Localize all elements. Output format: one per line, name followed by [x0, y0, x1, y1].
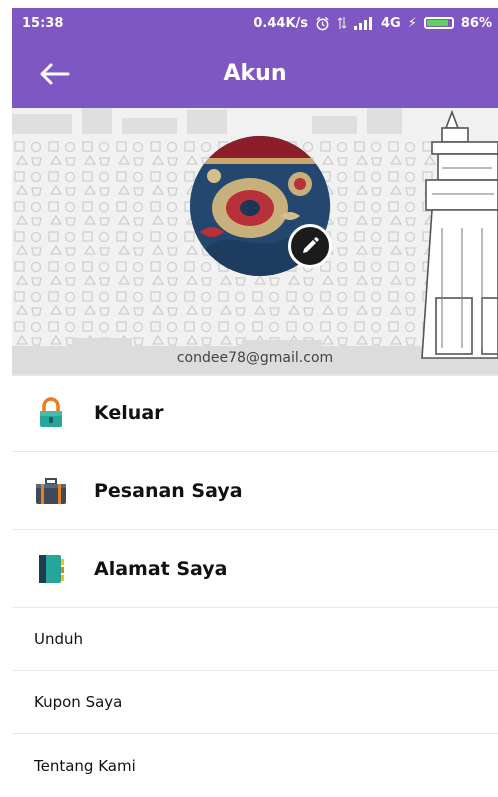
lock-icon [34, 396, 68, 430]
back-arrow-icon [40, 63, 70, 85]
data-transfer-icon [337, 17, 347, 29]
address-book-icon [34, 552, 68, 586]
briefcase-icon [34, 474, 68, 508]
page-title: Akun [223, 60, 287, 86]
menu-item-label: Kupon Saya [34, 693, 123, 711]
app-bar: Akun [12, 38, 498, 108]
avatar-container [190, 136, 332, 276]
status-bar: 15:38 0.44K/s 4G ⚡ 86% [12, 8, 498, 38]
menu-item-keluar[interactable]: Keluar [12, 374, 498, 452]
menu-item-kupon-saya[interactable]: Kupon Saya [12, 671, 498, 734]
edit-avatar-button[interactable] [288, 224, 332, 268]
charging-icon: ⚡ [407, 15, 417, 31]
menu-item-label: Tentang Kami [34, 756, 136, 775]
battery-percent: 86% [460, 15, 492, 31]
network-speed: 0.44K/s [253, 15, 309, 31]
profile-header: condee78@gmail.com [12, 108, 498, 376]
alarm-icon [316, 16, 329, 30]
signal-icon [354, 17, 373, 30]
account-menu: Keluar Pesanan Saya Alamat Saya Unduh Ku… [12, 374, 498, 797]
back-button[interactable] [36, 56, 72, 92]
network-type: 4G [381, 15, 401, 31]
status-icons: 0.44K/s 4G ⚡ 86% [253, 16, 492, 31]
menu-item-label: Pesanan Saya [94, 479, 243, 502]
status-time: 15:38 [22, 15, 64, 31]
pencil-icon [303, 237, 319, 253]
battery-icon [423, 17, 454, 29]
menu-item-alamat-saya[interactable]: Alamat Saya [12, 530, 498, 608]
menu-item-unduh[interactable]: Unduh [12, 608, 498, 671]
menu-item-label: Keluar [94, 401, 164, 424]
menu-item-label: Unduh [34, 630, 84, 648]
menu-item-tentang-kami[interactable]: Tentang Kami [12, 734, 498, 797]
menu-item-label: Alamat Saya [94, 557, 228, 580]
battery-fill [426, 20, 448, 26]
menu-item-pesanan-saya[interactable]: Pesanan Saya [12, 452, 498, 530]
user-email: condee78@gmail.com [176, 350, 334, 366]
